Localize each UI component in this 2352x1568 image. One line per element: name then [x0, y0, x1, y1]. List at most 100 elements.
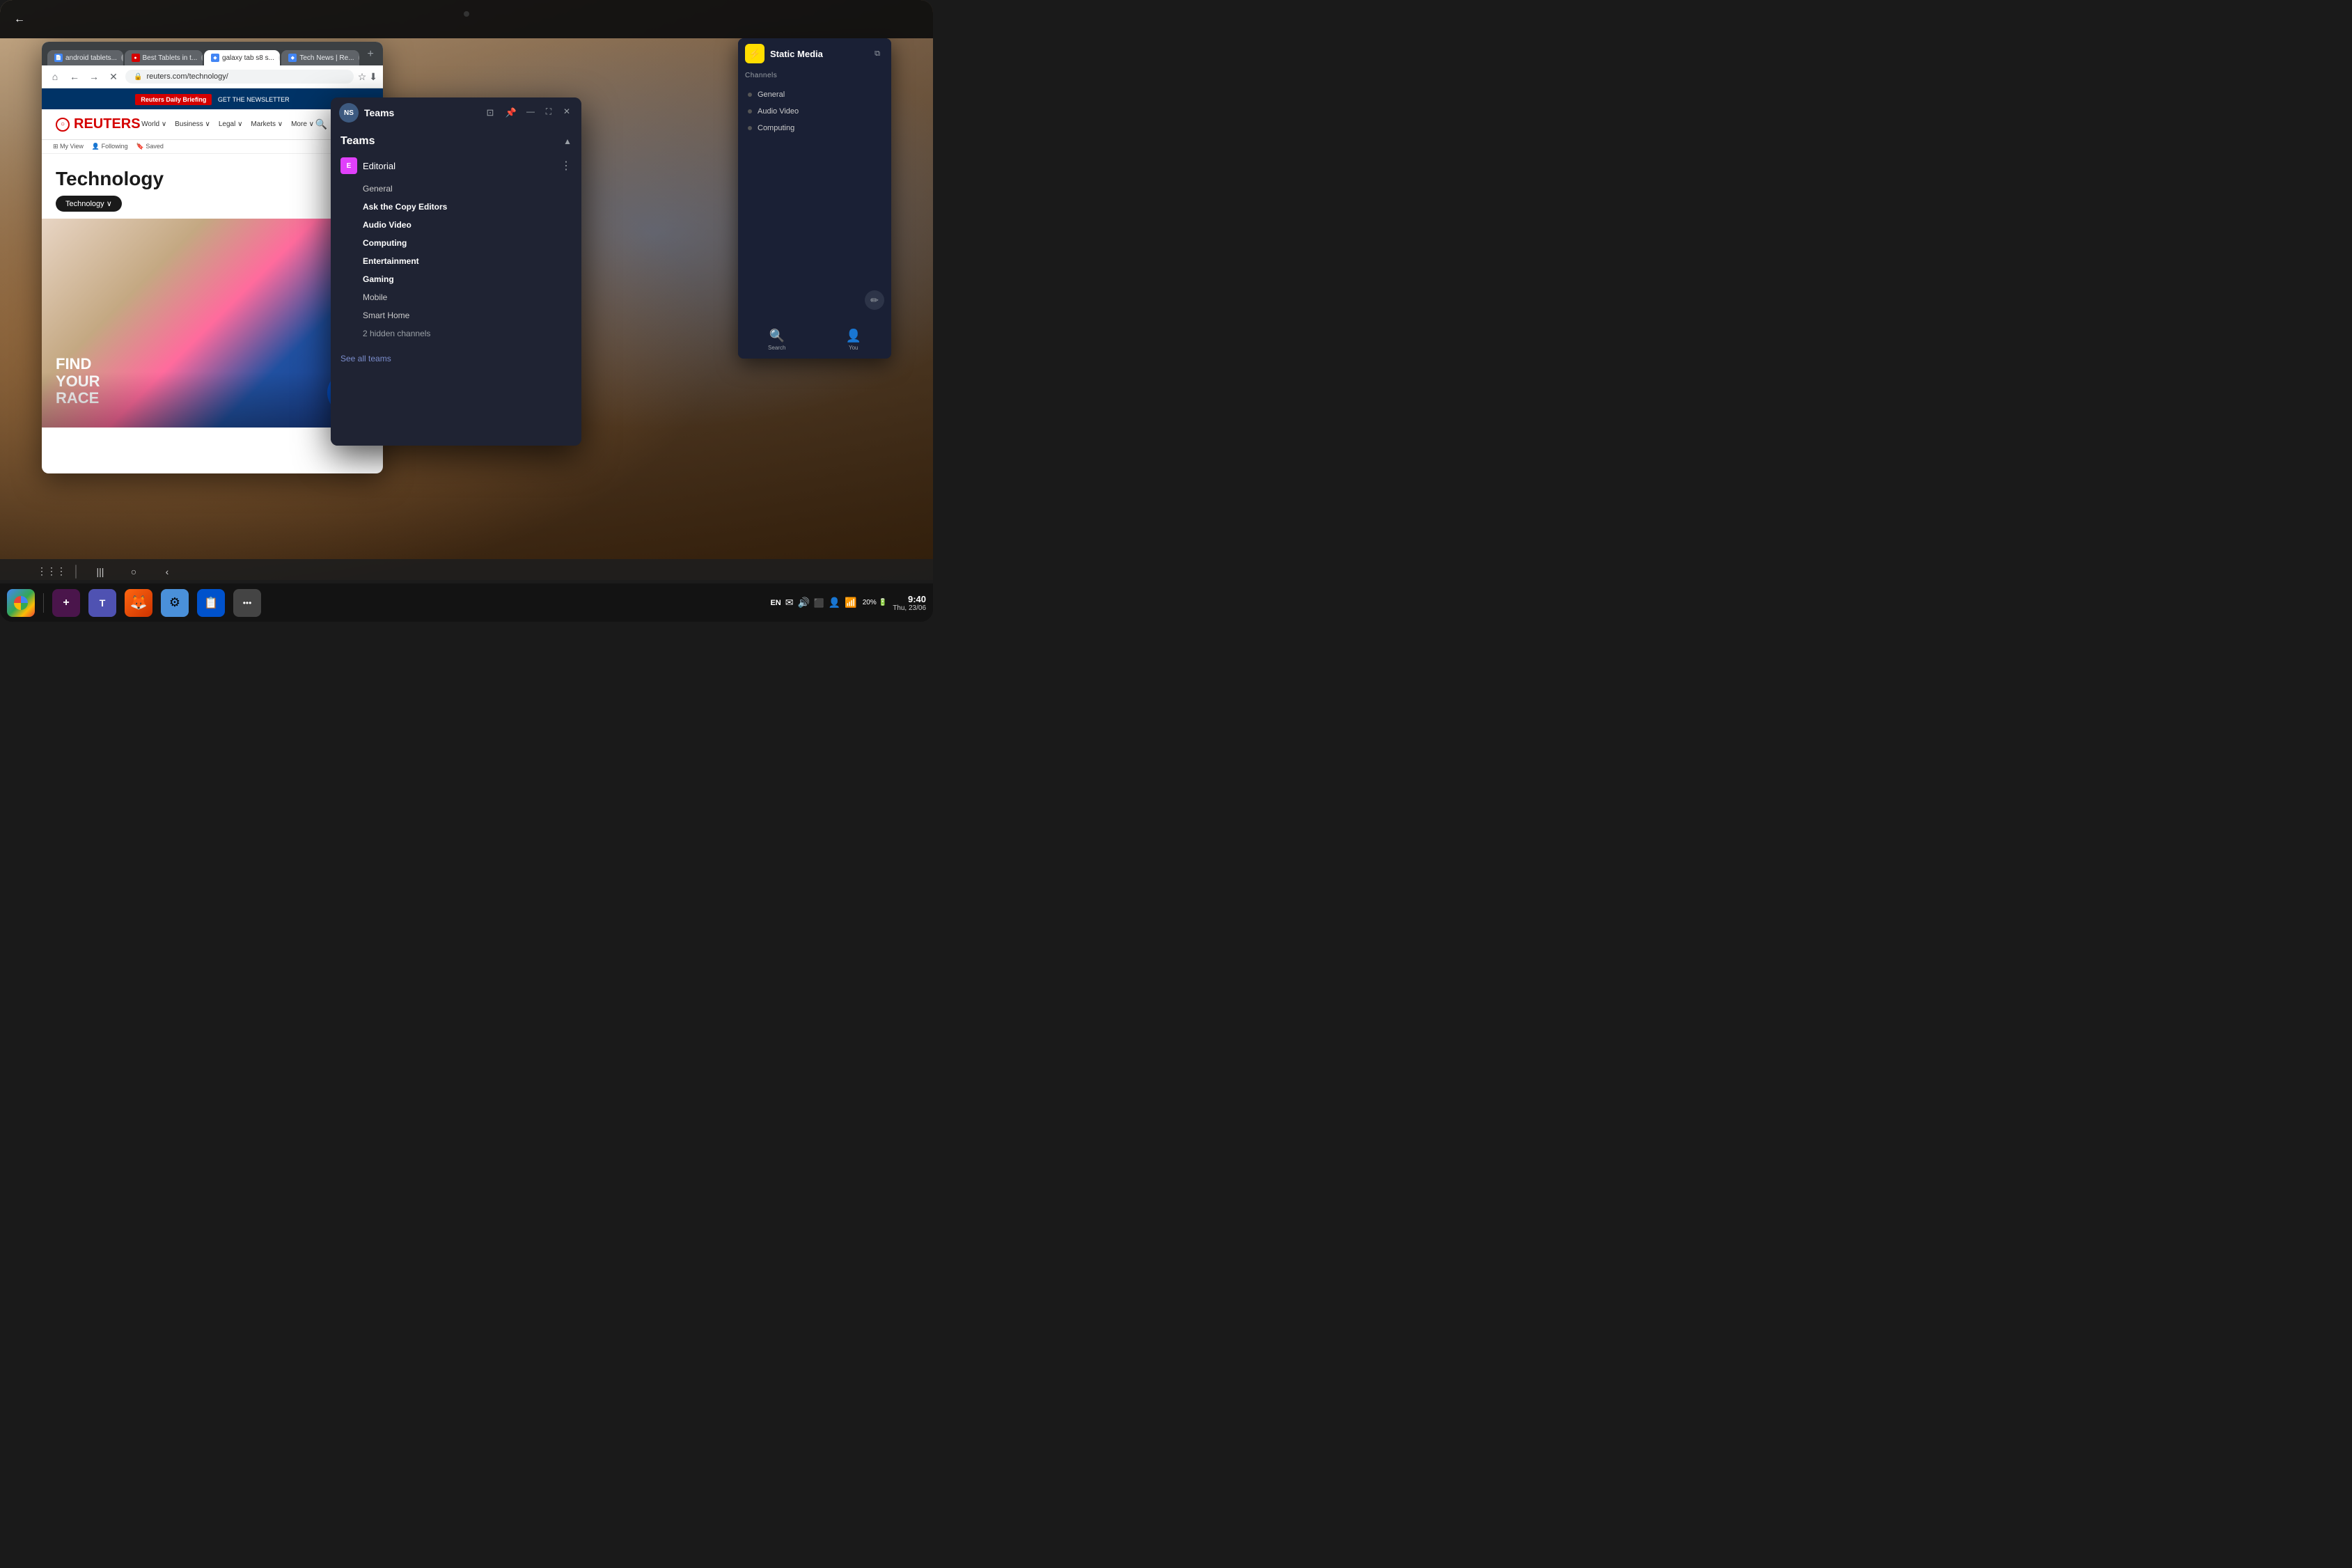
reuters-logo-icon: ○	[56, 118, 70, 132]
nav-legal[interactable]: Legal ∨	[219, 120, 243, 128]
daily-briefing-label: Reuters Daily Briefing	[135, 94, 212, 105]
popup-title-left: NS Teams	[339, 103, 394, 123]
static-sidebar-content: General Audio Video Computing	[738, 82, 891, 141]
browser-tab-4[interactable]: ◆ Tech News | Re... ✕	[281, 50, 359, 65]
tab-label-2: Best Tablets in t...	[143, 54, 198, 62]
static-you-nav[interactable]: 👤 You	[846, 329, 861, 351]
nav-markets[interactable]: Markets ∨	[251, 120, 283, 128]
teams-icon-char: T	[100, 597, 106, 609]
get-newsletter-label[interactable]: GET THE NEWSLETTER	[218, 96, 290, 103]
tech-filter-button[interactable]: Technology ∨	[56, 196, 122, 212]
tab-close-3[interactable]: ✕	[279, 54, 280, 62]
bookmark-icon[interactable]: ☆	[358, 71, 367, 83]
channel-gaming[interactable]: Gaming	[331, 270, 581, 288]
channel-mobile[interactable]: Mobile	[331, 288, 581, 306]
channel-dot-3	[748, 126, 752, 130]
nav-business[interactable]: Business ∨	[175, 120, 210, 128]
back-gesture-btn[interactable]: ‹	[157, 562, 177, 581]
browser-tab-3[interactable]: ◆ galaxy tab s8 s... ✕	[204, 50, 280, 65]
home-gesture-btn[interactable]: ○	[124, 562, 143, 581]
back-button[interactable]: ←	[67, 69, 82, 84]
taskbar-divider-1	[43, 593, 44, 613]
static-search-nav[interactable]: 🔍 Search	[768, 329, 785, 351]
download-icon[interactable]: ⬇	[369, 71, 377, 83]
battery-indicator: 20% 🔋	[863, 599, 887, 606]
channel-general[interactable]: General	[331, 180, 581, 198]
hidden-channels-link[interactable]: 2 hidden channels	[331, 324, 581, 343]
more-apps-button[interactable]: •••	[233, 589, 261, 617]
reuters-logo-text: REUTERS	[74, 116, 141, 132]
see-all-teams-link[interactable]: See all teams	[331, 347, 581, 370]
tab-favicon-4: ◆	[288, 54, 297, 62]
static-channel-1[interactable]: General	[738, 86, 891, 103]
channels-label: Channels	[738, 69, 891, 82]
firefox-app-icon[interactable]: 🦊	[125, 589, 152, 617]
tab-favicon-3: ◆	[211, 54, 219, 62]
browser-tab-1[interactable]: 📄 android tablets... ✕	[47, 50, 123, 65]
browser-tabs: 📄 android tablets... ✕ ● Best Tablets in…	[47, 46, 377, 65]
channel-ask-copy[interactable]: Ask the Copy Editors	[331, 198, 581, 216]
maximize-button[interactable]: ⛶	[542, 105, 555, 118]
static-window-controls: ⧉	[870, 47, 884, 61]
screen-icon[interactable]: ⬛	[814, 598, 824, 608]
reuters-logo: ○ REUTERS	[56, 116, 141, 132]
system-taskbar: + T 🦊 ⚙ 📋 ••• EN ✉ 🔊 ⬛	[0, 583, 933, 622]
address-bar[interactable]: 🔒 reuters.com/technology/	[125, 70, 354, 84]
popup-title-text: Teams	[364, 107, 394, 118]
browser-tab-2[interactable]: ● Best Tablets in t... ✕	[125, 50, 203, 65]
apps-gesture-btn[interactable]: ⋮⋮⋮	[42, 562, 61, 581]
search-icon[interactable]: 🔍	[315, 118, 327, 130]
picture-in-picture-icon[interactable]: ⊡	[483, 105, 498, 120]
battery-level: 20%	[863, 599, 877, 606]
tab-close-4[interactable]: ✕	[359, 54, 360, 62]
teams-app-icon[interactable]: T	[88, 589, 116, 617]
editorial-name: Editorial	[363, 161, 395, 171]
chrome-app-icon[interactable]	[7, 589, 35, 617]
editorial-group-header[interactable]: E Editorial ⋮	[331, 152, 581, 180]
more-dots-icon: •••	[243, 598, 252, 608]
teams-main-content: Teams ▲ E Editorial ⋮ General A	[331, 128, 581, 446]
channel-entertainment[interactable]: Entertainment	[331, 252, 581, 270]
trello-icon-char: 📋	[204, 596, 218, 610]
home-button[interactable]: ⌂	[47, 69, 63, 84]
tab-close-1[interactable]: ✕	[121, 54, 123, 62]
multiwindow-gesture-btn[interactable]: |||	[91, 562, 110, 581]
new-tab-button[interactable]: +	[363, 46, 377, 63]
slack-app-icon[interactable]: +	[52, 589, 80, 617]
you-nav-label: You	[849, 345, 859, 351]
status-icons: EN ✉ 🔊 ⬛ 👤 📶	[770, 597, 856, 609]
image-overlay-text: FIND YOUR RACE	[56, 356, 100, 407]
compose-button[interactable]: ✏	[865, 290, 884, 310]
back-button-top[interactable]: ←	[14, 13, 25, 26]
settings-app-icon[interactable]: ⚙	[161, 589, 189, 617]
editorial-more-icon[interactable]: ⋮	[560, 159, 572, 173]
nav-world[interactable]: World ∨	[141, 120, 166, 128]
static-channel-2[interactable]: Audio Video	[738, 103, 891, 120]
saved-btn[interactable]: 🔖 Saved	[136, 143, 164, 150]
settings-icon-char: ⚙	[169, 595, 180, 610]
wifi-icon[interactable]: 📶	[845, 597, 856, 609]
static-channel-3[interactable]: Computing	[738, 120, 891, 136]
my-view-btn[interactable]: ⊞ My View	[53, 143, 84, 150]
pin-icon[interactable]: 📌	[503, 105, 519, 120]
tablet-frame: ← 📄 android tablets... ✕ ● Best Tablets …	[0, 0, 933, 622]
search-nav-icon: 🔍	[769, 329, 785, 343]
close-button[interactable]: ✕	[560, 105, 573, 118]
filter-icon[interactable]: ⧉	[870, 47, 884, 61]
nav-more[interactable]: More ∨	[291, 120, 314, 128]
tab-close-2[interactable]: ✕	[201, 54, 203, 62]
reload-button[interactable]: ✕	[106, 69, 121, 84]
channel-computing[interactable]: Computing	[331, 234, 581, 252]
channel-audio-video[interactable]: Audio Video	[331, 216, 581, 234]
teams-section-title: Teams	[340, 135, 375, 148]
language-indicator: EN	[770, 599, 781, 607]
teams-section-header: Teams ▲	[331, 128, 581, 152]
forward-button[interactable]: →	[86, 69, 102, 84]
volume-icon[interactable]: 🔊	[797, 597, 809, 609]
channel-smart-home[interactable]: Smart Home	[331, 306, 581, 324]
following-btn[interactable]: 👤 Following	[92, 143, 128, 150]
minimize-button[interactable]: —	[524, 105, 537, 118]
lightning-icon: ⚡	[748, 48, 760, 60]
trello-app-icon[interactable]: 📋	[197, 589, 225, 617]
search-nav-label: Search	[768, 345, 785, 351]
